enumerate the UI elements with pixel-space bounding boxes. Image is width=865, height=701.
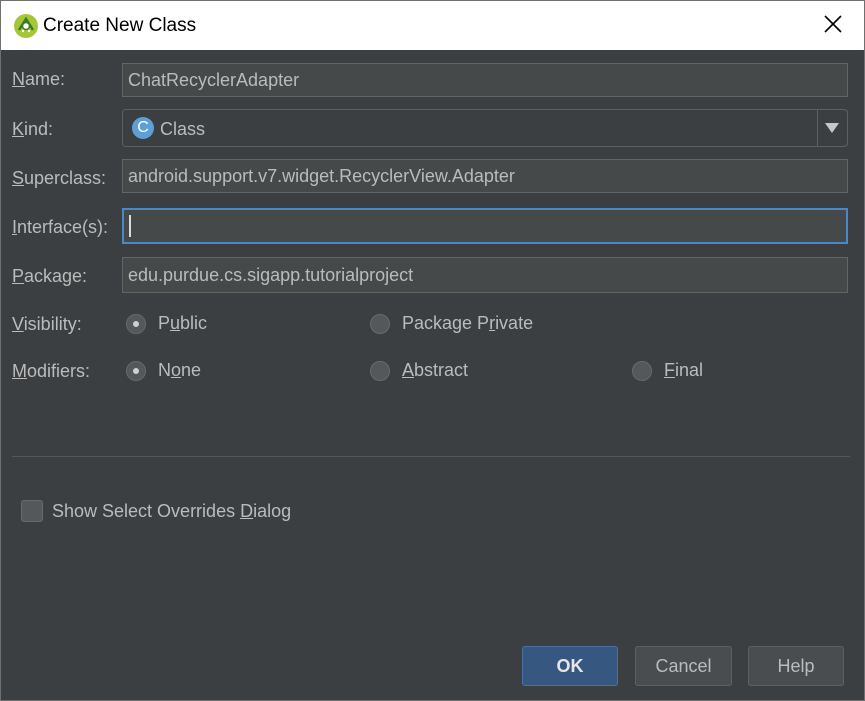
divider (12, 456, 850, 457)
package-field[interactable]: edu.purdue.cs.sigapp.tutorialproject (122, 257, 848, 293)
superclass-label: Superclass: (12, 168, 107, 188)
show-overrides-checkbox[interactable]: Show Select Overrides Dialog (21, 500, 291, 522)
interfaces-label: Interface(s): (12, 217, 109, 237)
help-button[interactable]: Help (748, 646, 844, 686)
radio-dot-selected (126, 360, 146, 381)
superclass-value: android.support.v7.widget.RecyclerView.A… (128, 165, 515, 186)
visibility-public-radio[interactable]: Public (126, 313, 207, 334)
name-field[interactable]: ChatRecyclerAdapter (122, 63, 848, 97)
class-icon: C (132, 117, 154, 139)
package-label: Package: (12, 266, 88, 286)
name-value: ChatRecyclerAdapter (128, 69, 300, 90)
modifiers-none-label: None (158, 360, 202, 380)
visibility-package-private-label: Package Private (402, 313, 534, 333)
package-value: edu.purdue.cs.sigapp.tutorialproject (128, 264, 414, 285)
chevron-down-icon[interactable] (825, 123, 839, 133)
checkbox-box[interactable] (21, 500, 43, 522)
close-icon (824, 15, 842, 37)
kind-value: Class (160, 119, 206, 139)
radio-dot-selected (126, 313, 146, 334)
ok-button[interactable]: OK (522, 646, 618, 686)
text-caret (129, 215, 131, 237)
modifiers-final-radio[interactable]: Final (632, 360, 703, 381)
superclass-field[interactable]: android.support.v7.widget.RecyclerView.A… (122, 159, 848, 193)
visibility-package-private-radio[interactable]: Package Private (370, 313, 533, 334)
create-new-class-dialog: Create New Class Name: ChatRecyclerAdapt… (0, 0, 865, 701)
dialog-title: Create New Class (43, 15, 197, 36)
modifiers-label: Modifiers: (12, 361, 91, 381)
modifiers-final-label: Final (664, 360, 704, 380)
cancel-button[interactable]: Cancel (635, 646, 732, 686)
show-overrides-label: Show Select Overrides Dialog (52, 500, 292, 521)
close-button[interactable] (813, 6, 853, 46)
kind-dropdown[interactable]: C Class (122, 109, 848, 147)
radio-dot (632, 360, 652, 381)
modifiers-abstract-radio[interactable]: Abstract (370, 360, 468, 381)
modifiers-none-radio[interactable]: None (126, 360, 201, 381)
visibility-label: Visibility: (12, 314, 82, 334)
radio-dot (370, 313, 390, 334)
dropdown-separator (817, 110, 818, 146)
title-bar: Create New Class (1, 1, 864, 50)
kind-label: Kind: (12, 119, 54, 139)
name-label: Name: (12, 69, 66, 89)
radio-dot (370, 360, 390, 381)
modifiers-abstract-label: Abstract (402, 360, 469, 380)
visibility-public-label: Public (158, 313, 208, 333)
interfaces-field[interactable] (122, 208, 848, 244)
android-studio-icon (13, 13, 39, 39)
